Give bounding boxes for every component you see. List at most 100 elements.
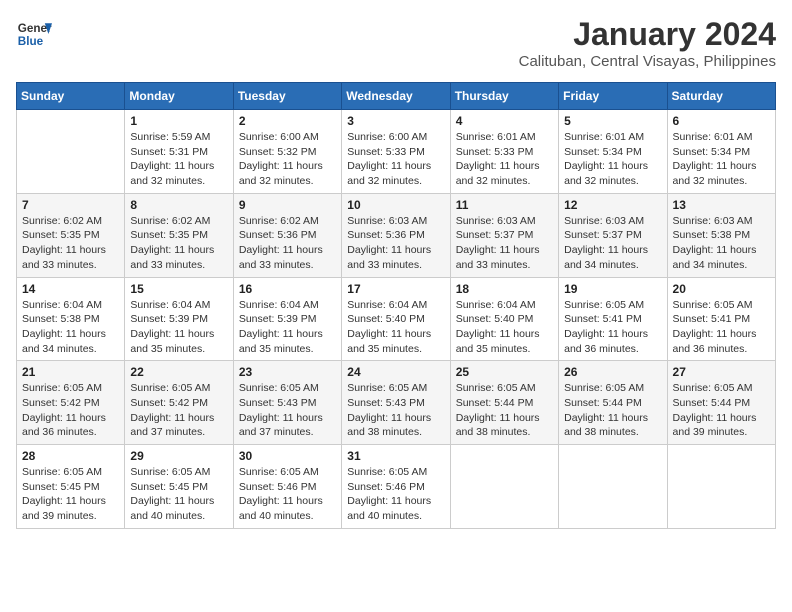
- calendar-cell: 19 Sunrise: 6:05 AMSunset: 5:41 PMDayligh…: [559, 277, 667, 361]
- calendar-cell: 27 Sunrise: 6:05 AMSunset: 5:44 PMDayligh…: [667, 361, 775, 445]
- calendar-week-row: 1 Sunrise: 5:59 AMSunset: 5:31 PMDaylight…: [17, 110, 776, 194]
- calendar-cell: 3Sunrise: 6:00 AMSunset: 5:33 PMDaylight…: [342, 110, 450, 194]
- day-number: 31: [347, 449, 444, 463]
- calendar-cell: 18 Sunrise: 6:04 AMSunset: 5:40 PMDayligh…: [450, 277, 558, 361]
- day-info: Sunrise: 6:00 AMSunset: 5:32 PMDaylight:…: [239, 130, 336, 189]
- day-number: 27: [673, 365, 770, 379]
- day-number: 5: [564, 114, 661, 128]
- calendar-cell: 16 Sunrise: 6:04 AMSunset: 5:39 PMDayligh…: [233, 277, 341, 361]
- day-number: 11: [456, 198, 553, 212]
- day-info: Sunrise: 6:02 AMSunset: 5:35 PMDaylight:…: [22, 214, 119, 273]
- day-info: Sunrise: 6:01 AMSunset: 5:34 PMDaylight:…: [564, 130, 661, 189]
- calendar-cell: 14 Sunrise: 6:04 AMSunset: 5:38 PMDayligh…: [17, 277, 125, 361]
- calendar-cell: 1 Sunrise: 5:59 AMSunset: 5:31 PMDaylight…: [125, 110, 233, 194]
- page-header: General Blue January 2024 Calituban, Cen…: [16, 16, 776, 70]
- day-number: 22: [130, 365, 227, 379]
- day-info: Sunrise: 6:04 AMSunset: 5:40 PMDaylight:…: [347, 298, 444, 357]
- calendar-cell: 24 Sunrise: 6:05 AMSunset: 5:43 PMDayligh…: [342, 361, 450, 445]
- calendar-cell: 9 Sunrise: 6:02 AMSunset: 5:36 PMDaylight…: [233, 193, 341, 277]
- day-info: Sunrise: 6:04 AMSunset: 5:39 PMDaylight:…: [130, 298, 227, 357]
- calendar-cell: 8Sunrise: 6:02 AMSunset: 5:35 PMDaylight…: [125, 193, 233, 277]
- calendar-cell: 21Sunrise: 6:05 AMSunset: 5:42 PMDayligh…: [17, 361, 125, 445]
- day-info: Sunrise: 6:02 AMSunset: 5:36 PMDaylight:…: [239, 214, 336, 273]
- day-number: 20: [673, 282, 770, 296]
- logo-icon: General Blue: [16, 16, 52, 52]
- day-number: 6: [673, 114, 770, 128]
- day-number: 14: [22, 282, 119, 296]
- day-info: Sunrise: 6:05 AMSunset: 5:46 PMDaylight:…: [239, 465, 336, 524]
- calendar-cell: 26 Sunrise: 6:05 AMSunset: 5:44 PMDayligh…: [559, 361, 667, 445]
- svg-text:Blue: Blue: [18, 35, 44, 48]
- calendar-cell: 10Sunrise: 6:03 AMSunset: 5:36 PMDayligh…: [342, 193, 450, 277]
- logo: General Blue: [16, 16, 52, 52]
- calendar-cell: 20 Sunrise: 6:05 AMSunset: 5:41 PMDayligh…: [667, 277, 775, 361]
- calendar-cell: 28 Sunrise: 6:05 AMSunset: 5:45 PMDayligh…: [17, 445, 125, 529]
- day-info: Sunrise: 6:04 AMSunset: 5:38 PMDaylight:…: [22, 298, 119, 357]
- day-info: Sunrise: 6:05 AMSunset: 5:44 PMDaylight:…: [673, 381, 770, 440]
- day-number: 19: [564, 282, 661, 296]
- day-number: 16: [239, 282, 336, 296]
- day-info: Sunrise: 6:04 AMSunset: 5:39 PMDaylight:…: [239, 298, 336, 357]
- calendar-cell: 15 Sunrise: 6:04 AMSunset: 5:39 PMDayligh…: [125, 277, 233, 361]
- day-info: Sunrise: 6:05 AMSunset: 5:44 PMDaylight:…: [564, 381, 661, 440]
- day-info: Sunrise: 6:05 AMSunset: 5:42 PMDaylight:…: [22, 381, 119, 440]
- day-info: Sunrise: 6:00 AMSunset: 5:33 PMDaylight:…: [347, 130, 444, 189]
- day-number: 29: [130, 449, 227, 463]
- calendar-cell: 31 Sunrise: 6:05 AMSunset: 5:46 PMDayligh…: [342, 445, 450, 529]
- location-title: Calituban, Central Visayas, Philippines: [519, 53, 776, 70]
- day-info: Sunrise: 6:04 AMSunset: 5:40 PMDaylight:…: [456, 298, 553, 357]
- day-number: 2: [239, 114, 336, 128]
- calendar-cell: 11 Sunrise: 6:03 AMSunset: 5:37 PMDayligh…: [450, 193, 558, 277]
- day-info: Sunrise: 6:05 AMSunset: 5:43 PMDaylight:…: [239, 381, 336, 440]
- weekday-header-monday: Monday: [125, 83, 233, 110]
- weekday-header-row: SundayMondayTuesdayWednesdayThursdayFrid…: [17, 83, 776, 110]
- calendar-cell: 4 Sunrise: 6:01 AMSunset: 5:33 PMDaylight…: [450, 110, 558, 194]
- day-number: 26: [564, 365, 661, 379]
- calendar-cell: 5 Sunrise: 6:01 AMSunset: 5:34 PMDaylight…: [559, 110, 667, 194]
- day-number: 13: [673, 198, 770, 212]
- day-number: 4: [456, 114, 553, 128]
- day-info: Sunrise: 6:05 AMSunset: 5:46 PMDaylight:…: [347, 465, 444, 524]
- day-info: Sunrise: 6:05 AMSunset: 5:43 PMDaylight:…: [347, 381, 444, 440]
- day-info: Sunrise: 6:05 AMSunset: 5:41 PMDaylight:…: [673, 298, 770, 357]
- day-info: Sunrise: 6:05 AMSunset: 5:42 PMDaylight:…: [130, 381, 227, 440]
- day-info: Sunrise: 5:59 AMSunset: 5:31 PMDaylight:…: [130, 130, 227, 189]
- day-info: Sunrise: 6:02 AMSunset: 5:35 PMDaylight:…: [130, 214, 227, 273]
- day-number: 30: [239, 449, 336, 463]
- calendar-cell: 12Sunrise: 6:03 AMSunset: 5:37 PMDayligh…: [559, 193, 667, 277]
- day-number: 18: [456, 282, 553, 296]
- weekday-header-saturday: Saturday: [667, 83, 775, 110]
- calendar-cell: [450, 445, 558, 529]
- calendar-cell: [667, 445, 775, 529]
- calendar-week-row: 14 Sunrise: 6:04 AMSunset: 5:38 PMDayligh…: [17, 277, 776, 361]
- month-title: January 2024: [519, 16, 776, 53]
- day-number: 9: [239, 198, 336, 212]
- day-number: 23: [239, 365, 336, 379]
- day-info: Sunrise: 6:01 AMSunset: 5:33 PMDaylight:…: [456, 130, 553, 189]
- day-info: Sunrise: 6:05 AMSunset: 5:41 PMDaylight:…: [564, 298, 661, 357]
- calendar-cell: 17Sunrise: 6:04 AMSunset: 5:40 PMDayligh…: [342, 277, 450, 361]
- day-info: Sunrise: 6:03 AMSunset: 5:37 PMDaylight:…: [564, 214, 661, 273]
- day-number: 1: [130, 114, 227, 128]
- day-info: Sunrise: 6:01 AMSunset: 5:34 PMDaylight:…: [673, 130, 770, 189]
- weekday-header-sunday: Sunday: [17, 83, 125, 110]
- calendar-cell: 25Sunrise: 6:05 AMSunset: 5:44 PMDayligh…: [450, 361, 558, 445]
- day-info: Sunrise: 6:05 AMSunset: 5:45 PMDaylight:…: [130, 465, 227, 524]
- calendar-cell: 7 Sunrise: 6:02 AMSunset: 5:35 PMDaylight…: [17, 193, 125, 277]
- calendar-cell: 30 Sunrise: 6:05 AMSunset: 5:46 PMDayligh…: [233, 445, 341, 529]
- day-info: Sunrise: 6:03 AMSunset: 5:36 PMDaylight:…: [347, 214, 444, 273]
- calendar-cell: 29 Sunrise: 6:05 AMSunset: 5:45 PMDayligh…: [125, 445, 233, 529]
- weekday-header-wednesday: Wednesday: [342, 83, 450, 110]
- day-number: 28: [22, 449, 119, 463]
- calendar-week-row: 28 Sunrise: 6:05 AMSunset: 5:45 PMDayligh…: [17, 445, 776, 529]
- calendar-cell: [559, 445, 667, 529]
- day-info: Sunrise: 6:03 AMSunset: 5:38 PMDaylight:…: [673, 214, 770, 273]
- day-number: 24: [347, 365, 444, 379]
- calendar-cell: 6 Sunrise: 6:01 AMSunset: 5:34 PMDaylight…: [667, 110, 775, 194]
- day-info: Sunrise: 6:05 AMSunset: 5:45 PMDaylight:…: [22, 465, 119, 524]
- day-number: 15: [130, 282, 227, 296]
- day-number: 7: [22, 198, 119, 212]
- calendar-cell: 2 Sunrise: 6:00 AMSunset: 5:32 PMDaylight…: [233, 110, 341, 194]
- day-info: Sunrise: 6:03 AMSunset: 5:37 PMDaylight:…: [456, 214, 553, 273]
- day-info: Sunrise: 6:05 AMSunset: 5:44 PMDaylight:…: [456, 381, 553, 440]
